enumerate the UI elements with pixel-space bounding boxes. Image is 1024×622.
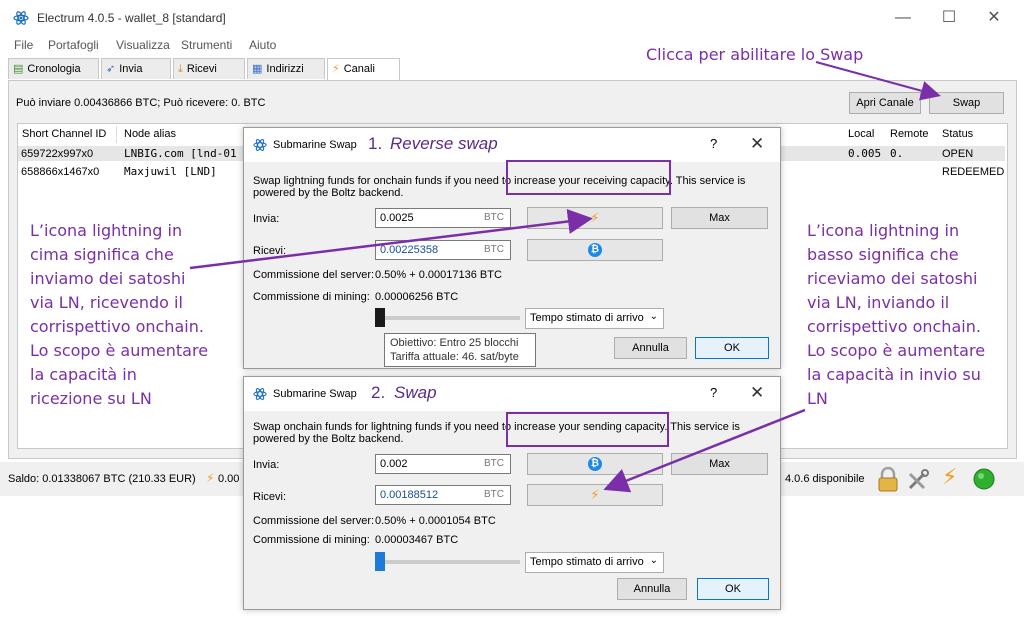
annotation-arrows <box>189 61 941 493</box>
arrow-to-swap-button <box>815 61 941 101</box>
arrow-to-receive-lightning-icon <box>603 408 806 493</box>
arrow-to-send-lightning-icon <box>189 209 593 270</box>
